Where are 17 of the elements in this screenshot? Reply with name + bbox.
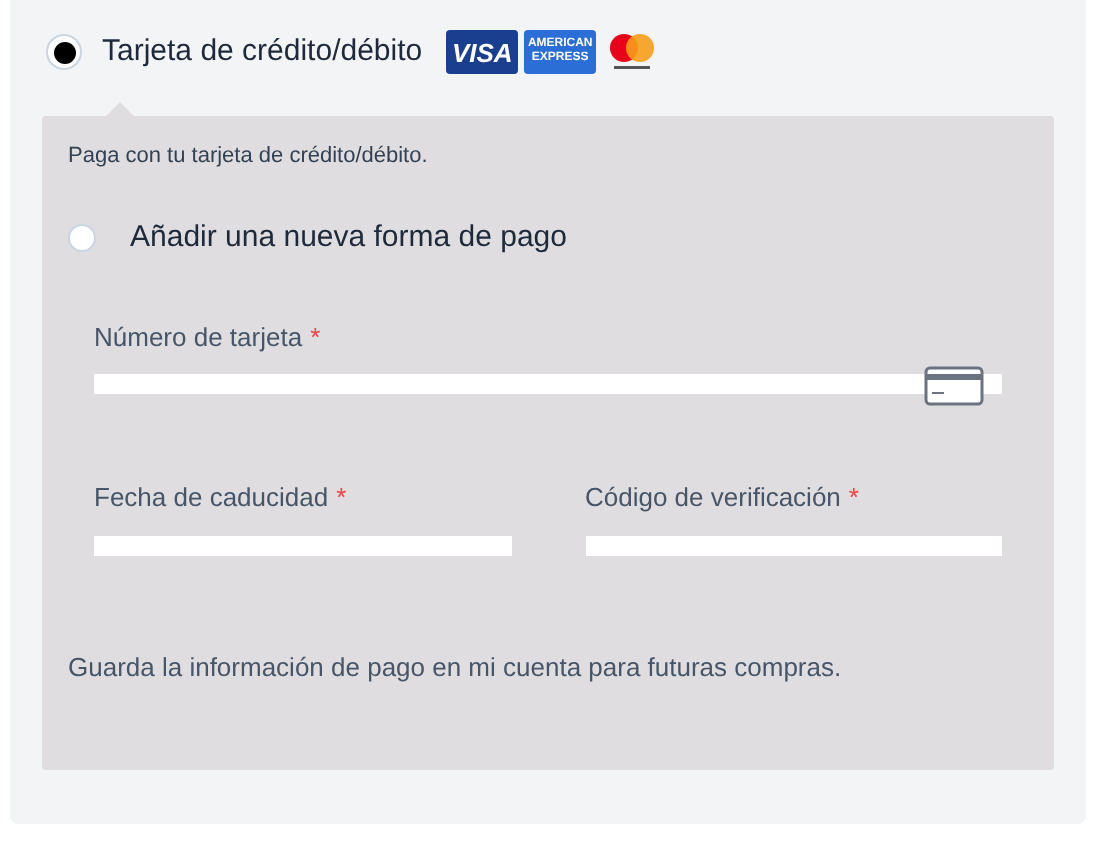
field-label: Número de tarjeta xyxy=(94,319,303,356)
required-mark: * xyxy=(336,480,347,516)
required-mark: * xyxy=(310,319,321,355)
credit-card-icon xyxy=(924,366,984,406)
input-field[interactable] xyxy=(94,374,1002,394)
field-label: Código de verificación xyxy=(585,480,841,516)
visa-logo: VISA xyxy=(446,30,519,75)
radio-button[interactable] xyxy=(46,34,82,71)
save-info-note: Guarda la información de pago en mi cuenta para futuras compras. xyxy=(68,649,844,686)
payment-option-label: Tarjeta de crédito/débito xyxy=(102,32,423,72)
input-field[interactable] xyxy=(94,535,511,555)
required-mark: * xyxy=(848,480,859,516)
new-payment-method-label: Añadir una nueva forma de pago xyxy=(130,218,567,258)
field-label: Fecha de caducidad xyxy=(94,480,329,516)
input-field[interactable] xyxy=(585,535,1002,555)
panel-description: Paga con tu tarjeta de crédito/débito. xyxy=(68,141,430,171)
radio-button[interactable] xyxy=(68,224,96,253)
